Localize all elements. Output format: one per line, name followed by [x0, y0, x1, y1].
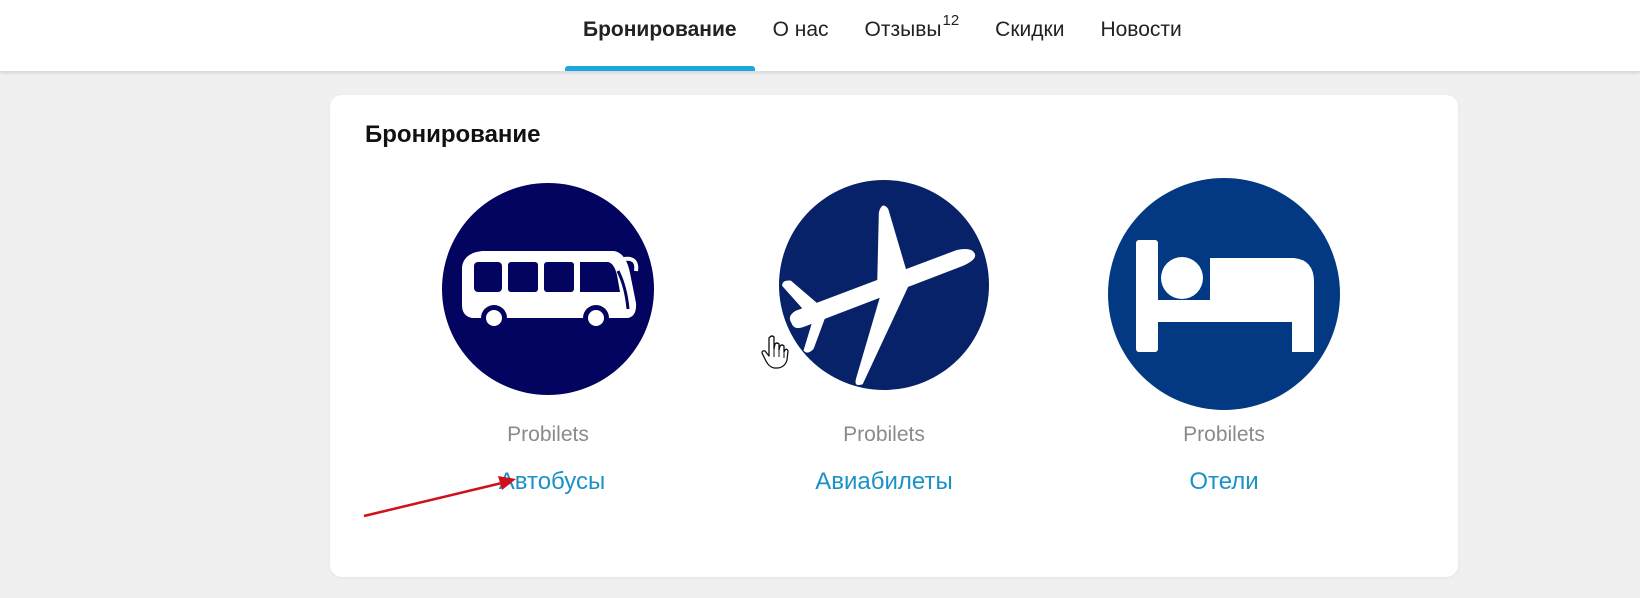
booking-item-bus[interactable]: Probilets Автобусы: [408, 183, 688, 503]
tab-news-label: Новости: [1100, 18, 1182, 41]
airplane-brand: Probilets: [843, 423, 925, 446]
tab-discounts-label: Скидки: [995, 18, 1065, 41]
tab-booking-label: Бронирование: [583, 18, 737, 41]
tab-booking[interactable]: Бронирование: [565, 0, 755, 71]
hand-cursor-icon: [761, 335, 789, 369]
airplane-link[interactable]: Авиабилеты: [744, 468, 1024, 496]
tab-reviews[interactable]: Отзывы12: [847, 0, 978, 71]
tab-news[interactable]: Новости: [1082, 0, 1199, 71]
tab-reviews-label-wrap: Отзывы12: [864, 13, 960, 43]
bus-icon[interactable]: [442, 183, 654, 395]
top-navigation-bar: Бронирование О нас Отзывы12 Скидки Новос…: [0, 0, 1640, 72]
booking-item-hotel[interactable]: Probilets Отели: [1084, 178, 1364, 508]
annotation-arrow-icon: [363, 476, 516, 518]
airplane-icon[interactable]: [779, 180, 989, 390]
booking-title: Бронирование: [365, 121, 541, 148]
tab-discounts[interactable]: Скидки: [977, 0, 1082, 71]
tab-about[interactable]: О нас: [755, 0, 847, 71]
hotel-brand: Probilets: [1183, 423, 1265, 446]
tab-reviews-label: Отзывы: [864, 18, 942, 41]
hotel-link[interactable]: Отели: [1084, 468, 1364, 496]
main-nav: Бронирование О нас Отзывы12 Скидки Новос…: [565, 0, 1200, 71]
bed-icon[interactable]: [1108, 178, 1340, 410]
tab-about-label: О нас: [772, 18, 829, 41]
reviews-count-badge: 12: [942, 12, 960, 29]
bus-brand: Probilets: [507, 423, 589, 446]
